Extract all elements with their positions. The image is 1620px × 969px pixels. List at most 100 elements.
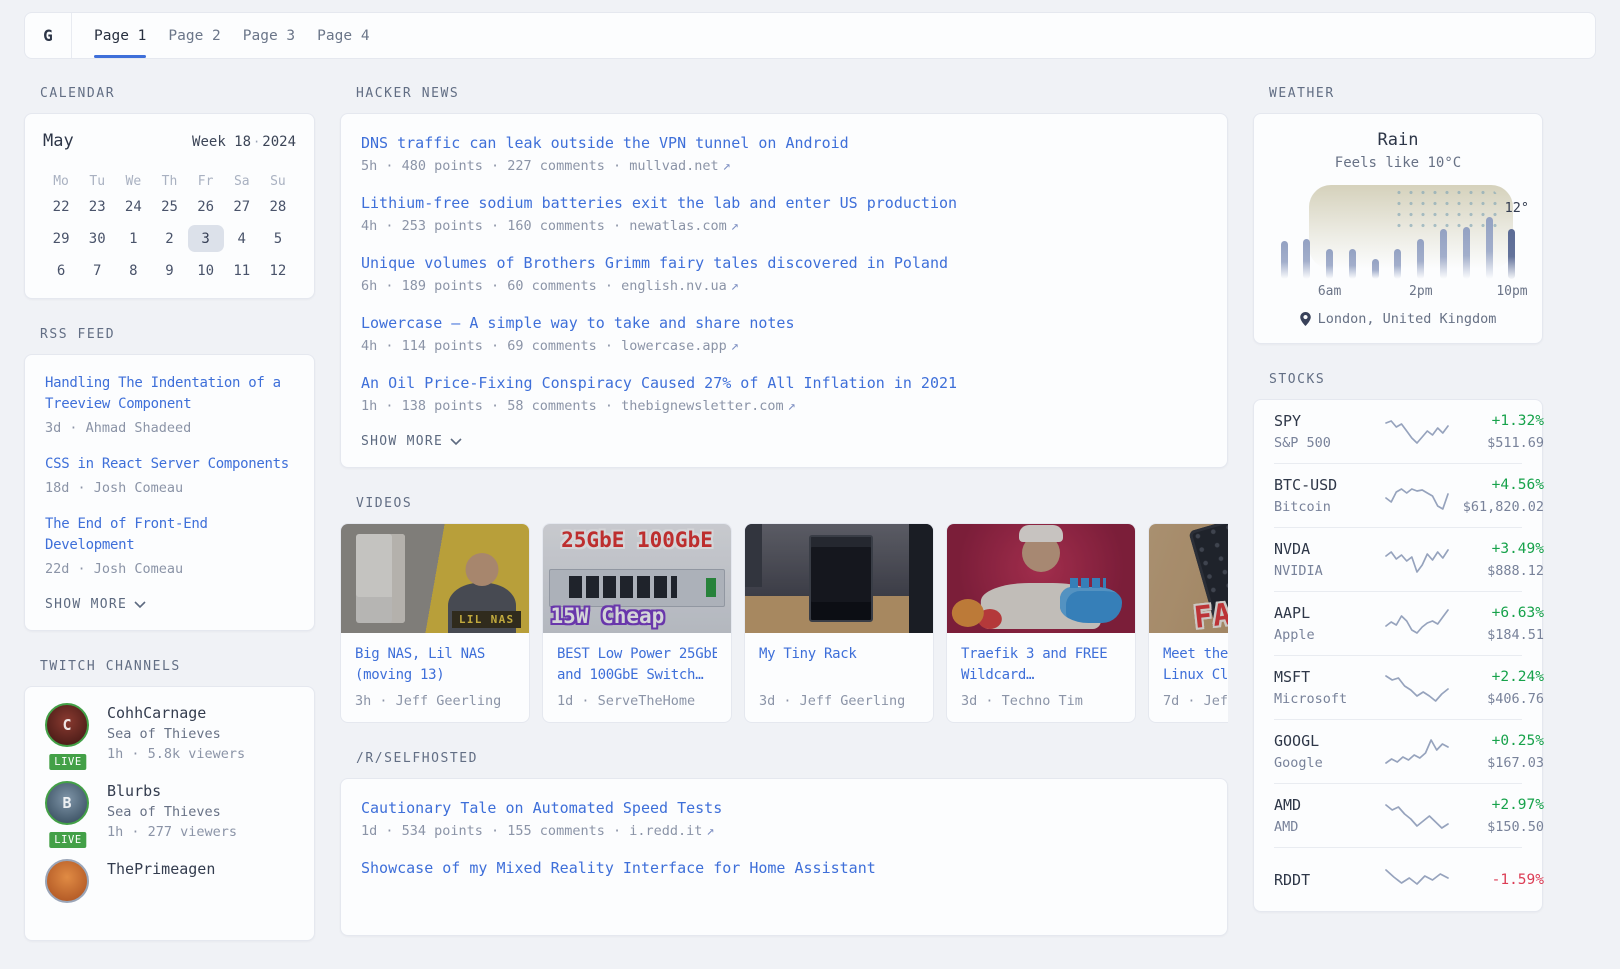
weather-bar-slot — [1298, 191, 1316, 279]
video-title[interactable]: Traefik 3 and FREEWildcard… — [961, 644, 1121, 686]
stock-row[interactable]: AAPL Apple +6.63% $184.51 — [1274, 591, 1522, 655]
rss-widget: Handling The Indentation of a Treeview C… — [24, 354, 315, 631]
thumbnail-art-layer — [549, 569, 726, 607]
temperature-bar — [1486, 217, 1493, 279]
twitch-channel-row[interactable]: C LIVE CohhCarnage Sea of Thieves 1h · 5… — [45, 703, 294, 764]
temperature-bar — [1281, 241, 1288, 279]
twitch-category[interactable]: Sea of Thieves — [107, 724, 245, 744]
calendar-day: 4 — [224, 225, 260, 252]
thumbnail-art-layer — [1060, 587, 1122, 623]
stock-row[interactable]: AMD AMD +2.97% $150.50 — [1274, 783, 1522, 847]
stock-company-name: Bitcoin — [1274, 498, 1386, 516]
video-card-body: BEST Low Power 25GbEand 100GbE Switch… 1… — [543, 633, 731, 722]
hacker-news-item-title[interactable]: DNS traffic can leak outside the VPN tun… — [361, 132, 1207, 154]
video-card[interactable]: Traefik 3 and FREEWildcard… 3d · Techno … — [946, 523, 1136, 723]
calendar-day: 22 — [43, 193, 79, 220]
twitch-channel-name[interactable]: ThePrimeagen — [107, 859, 215, 880]
stock-identity: MSFT Microsoft — [1274, 667, 1386, 708]
twitch-category[interactable]: Sea of Thieves — [107, 802, 237, 822]
calendar-month: May — [43, 131, 74, 151]
stock-sparkline — [1386, 479, 1448, 513]
weather-bar-slot: 2pm — [1412, 191, 1430, 279]
video-title[interactable]: BEST Low Power 25GbEand 100GbE Switch… — [557, 644, 717, 686]
calendar-day: 11 — [224, 257, 260, 284]
twitch-channel-info: CohhCarnage Sea of Thieves 1h · 5.8k vie… — [107, 703, 245, 764]
left-column: CALENDAR May Week 18·2024 MoTuWeThFrSaSu… — [24, 86, 315, 969]
rss-show-more-button[interactable]: SHOW MORE — [45, 597, 146, 612]
stock-change-percent: +4.56% — [1448, 475, 1544, 495]
twitch-channel-name[interactable]: Blurbs — [107, 781, 237, 802]
hacker-news-item-title[interactable]: Lowercase – A simple way to take and sha… — [361, 312, 1207, 334]
page-tab[interactable]: Page 1 — [83, 13, 157, 58]
stock-change-percent: +0.25% — [1448, 731, 1544, 751]
reddit-item-title[interactable]: Showcase of my Mixed Reality Interface f… — [361, 857, 1207, 879]
stock-row[interactable]: BTC-USD Bitcoin +4.56% $61,820.02 — [1274, 463, 1522, 527]
hacker-news-item-title[interactable]: Lithium-free sodium batteries exit the l… — [361, 192, 1207, 214]
video-meta: 3h · Jeff Geerling — [355, 693, 515, 709]
twitch-channel-name[interactable]: CohhCarnage — [107, 703, 245, 724]
rss-item-title[interactable]: CSS in React Server Components — [45, 454, 294, 475]
video-card[interactable]: My Tiny Rack 3d · Jeff Geerling — [744, 523, 934, 723]
stock-values: +4.56% $61,820.02 — [1448, 475, 1544, 516]
stock-sparkline-wrap — [1386, 863, 1448, 897]
stock-values: +1.32% $511.69 — [1448, 411, 1544, 452]
thumbnail-art-layer — [745, 524, 762, 587]
video-card[interactable]: FAST Meet theLinux Clu 7d · Jeff Geerlin… — [1148, 523, 1228, 723]
calendar-day: 3 — [188, 225, 224, 252]
hacker-news-item-title[interactable]: Unique volumes of Brothers Grimm fairy t… — [361, 252, 1207, 274]
page-tab[interactable]: Page 2 — [157, 13, 231, 58]
thumbnail-art-layer — [1022, 534, 1060, 572]
reddit-item: Cautionary Tale on Automated Speed Tests… — [361, 797, 1207, 841]
stock-row[interactable]: RDDT -1.59% — [1274, 847, 1522, 911]
live-badge: LIVE — [47, 752, 88, 772]
twitch-channel-row[interactable]: B LIVE Blurbs Sea of Thieves 1h · 277 vi… — [45, 781, 294, 842]
stock-sparkline-wrap — [1386, 479, 1448, 513]
stock-company-name: Apple — [1274, 626, 1386, 644]
stock-row[interactable]: GOOGL Google +0.25% $167.03 — [1274, 719, 1522, 783]
twitch-channel-row[interactable]: ThePrimeagen — [45, 859, 294, 903]
video-title[interactable]: My Tiny Rack — [759, 644, 919, 686]
calendar-widget: May Week 18·2024 MoTuWeThFrSaSu 22232425… — [24, 113, 315, 299]
video-title[interactable]: Meet theLinux Clu — [1163, 644, 1228, 686]
calendar-week-year: Week 18·2024 — [192, 134, 296, 150]
stock-company-name: Microsoft — [1274, 690, 1386, 708]
reddit-item-title[interactable]: Cautionary Tale on Automated Speed Tests — [361, 797, 1207, 819]
thumbnail-art-layer — [356, 534, 405, 623]
rss-item-title[interactable]: Handling The Indentation of a Treeview C… — [45, 373, 294, 415]
video-title[interactable]: Big NAS, Lil NAS(moving 13) — [355, 644, 515, 686]
video-card[interactable]: LIL NAS Big NAS, Lil NAS(moving 13) 3h ·… — [340, 523, 530, 723]
calendar-day: 24 — [115, 193, 151, 220]
stock-values: +6.63% $184.51 — [1448, 603, 1544, 644]
stock-company-name: NVIDIA — [1274, 562, 1386, 580]
stock-row[interactable]: SPY S&P 500 +1.32% $511.69 — [1274, 400, 1522, 463]
stock-price: $888.12 — [1448, 562, 1544, 580]
stocks-widget: SPY S&P 500 +1.32% $511.69 — [1253, 399, 1543, 912]
video-card[interactable]: 25GbE 100GbE 15W Cheap BEST Low Power 25… — [542, 523, 732, 723]
hacker-news-section: HACKER NEWS DNS traffic can leak outside… — [340, 86, 1228, 468]
hacker-news-item-title[interactable]: An Oil Price-Fixing Conspiracy Caused 27… — [361, 372, 1207, 394]
stock-sparkline — [1386, 863, 1448, 897]
page-tab[interactable]: Page 4 — [306, 13, 380, 58]
stock-identity: NVDA NVIDIA — [1274, 539, 1386, 580]
thumbnail-art-layer — [981, 583, 1101, 629]
app-logo[interactable]: G — [25, 13, 72, 58]
stock-row[interactable]: MSFT Microsoft +2.24% $406.76 — [1274, 655, 1522, 719]
twitch-channel-info: Blurbs Sea of Thieves 1h · 277 viewers — [107, 781, 237, 842]
hacker-news-show-more-button[interactable]: SHOW MORE — [361, 434, 462, 449]
stock-row[interactable]: NVDA NVIDIA +3.49% $888.12 — [1274, 527, 1522, 591]
videos-section: VIDEOS LIL NAS — [340, 496, 1228, 723]
current-temp-label: 12° — [1505, 200, 1529, 216]
page-tab[interactable]: Page 3 — [232, 13, 306, 58]
stock-values: -1.59% — [1448, 870, 1544, 890]
external-link-arrow-icon: ↗ — [731, 338, 739, 354]
video-thumbnail: 25GbE 100GbE 15W Cheap — [543, 524, 731, 633]
rss-list: Handling The Indentation of a Treeview C… — [45, 373, 294, 579]
external-link-arrow-icon: ↗ — [706, 823, 714, 839]
calendar-day: 25 — [151, 193, 187, 220]
video-meta: 3d · Techno Tim — [961, 693, 1121, 709]
rss-item-title[interactable]: The End of Front-End Development — [45, 514, 294, 556]
temperature-bar — [1394, 249, 1401, 279]
twitch-avatar: B — [45, 781, 89, 825]
hacker-news-widget: DNS traffic can leak outside the VPN tun… — [340, 113, 1228, 468]
calendar-day: 5 — [260, 225, 296, 252]
